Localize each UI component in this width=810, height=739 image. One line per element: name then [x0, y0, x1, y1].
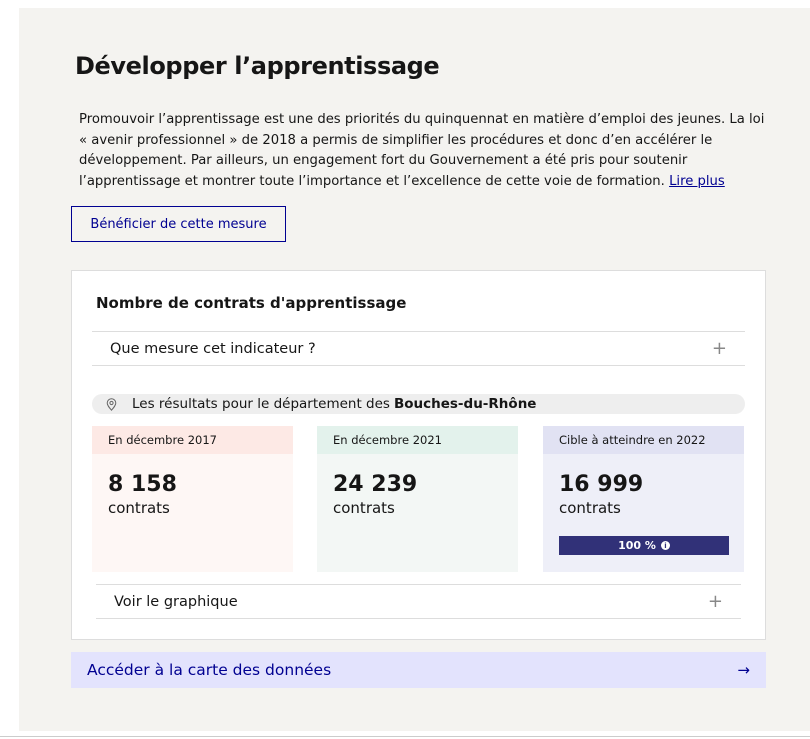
card-title: Nombre de contrats d'apprentissage [96, 294, 407, 312]
location-pin-icon [104, 397, 118, 411]
benefit-button[interactable]: Bénéficier de cette mesure [71, 206, 286, 242]
box-label: En décembre 2017 [92, 426, 293, 454]
plus-icon: + [707, 591, 723, 612]
box-label: Cible à atteindre en 2022 [543, 426, 744, 454]
box-value: 24 239 [333, 472, 418, 497]
box-unit: contrats [108, 499, 170, 517]
page-divider [0, 736, 810, 737]
data-map-link[interactable]: Accéder à la carte des données → [71, 652, 766, 688]
arrow-right-icon: → [737, 661, 750, 679]
measure-panel: Développer l’apprentissage Promouvoir l’… [19, 8, 810, 731]
result-box-target: Cible à atteindre en 2022 16 999 contrat… [543, 426, 744, 572]
section-title: Développer l’apprentissage [75, 52, 440, 80]
box-label: En décembre 2021 [317, 426, 518, 454]
location-name: Bouches-du-Rhône [393, 396, 537, 412]
box-value: 8 158 [108, 472, 177, 497]
location-bar: Les résultats pour le département des Bo… [92, 394, 745, 414]
info-icon[interactable]: i [660, 541, 670, 550]
section-description: Promouvoir l’apprentissage est une des p… [79, 110, 769, 192]
chart-accordion[interactable]: Voir le graphique + [96, 584, 741, 619]
indicator-card: Nombre de contrats d'apprentissage Que m… [71, 270, 766, 640]
progress-text: 100 % i [559, 536, 729, 555]
progress-bar: 100 % i [559, 536, 729, 555]
chart-accordion-label: Voir le graphique [114, 593, 238, 610]
location-prefix: Les résultats pour le département des [132, 396, 390, 412]
box-unit: contrats [559, 499, 621, 517]
map-link-label: Accéder à la carte des données [87, 661, 332, 679]
result-box-2017: En décembre 2017 8 158 contrats [92, 426, 293, 572]
result-box-2021: En décembre 2021 24 239 contrats [317, 426, 518, 572]
description-text: Promouvoir l’apprentissage est une des p… [79, 112, 765, 189]
indicator-accordion[interactable]: Que mesure cet indicateur ? + [92, 331, 745, 366]
indicator-accordion-label: Que mesure cet indicateur ? [110, 340, 316, 357]
read-more-link[interactable]: Lire plus [669, 174, 725, 189]
progress-label: 100 % [618, 539, 656, 552]
plus-icon: + [711, 338, 727, 359]
box-value: 16 999 [559, 472, 644, 497]
box-unit: contrats [333, 499, 395, 517]
